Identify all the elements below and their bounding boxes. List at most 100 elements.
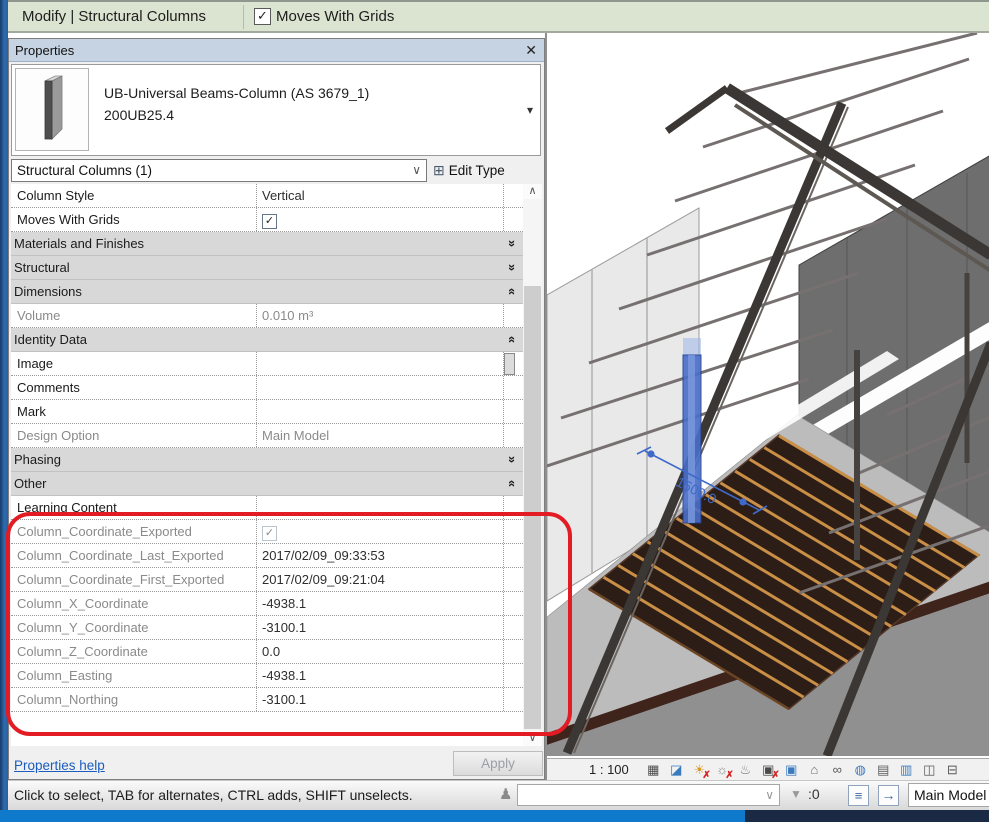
property-value-cell[interactable]: 0.0 <box>257 640 503 663</box>
temporary-view-properties-icon[interactable]: ▤ <box>873 761 894 779</box>
scroll-down-icon[interactable]: ∨ <box>523 731 542 746</box>
detail-level-icon[interactable]: ▦ <box>643 761 664 779</box>
inner-scrollbar-thumb[interactable] <box>504 353 515 375</box>
revit-window: Modify | Structural Columns ✓ Moves With… <box>0 0 989 822</box>
type-preview-image <box>15 68 89 151</box>
property-label: Image <box>11 352 257 375</box>
reveal-hidden-elements-icon[interactable]: ◍ <box>850 761 871 779</box>
group-header-row[interactable]: Other« <box>11 472 523 496</box>
collapse-group-icon[interactable]: « <box>501 336 523 343</box>
property-value-cell[interactable]: 2017/02/09_09:21:04 <box>257 568 503 591</box>
crop-region-visibility-icon[interactable]: ▣ <box>781 761 802 779</box>
value-checkbox[interactable]: ✓ <box>262 214 277 229</box>
reveal-constraints-icon[interactable]: ⊟ <box>942 761 963 779</box>
view-scale-button[interactable]: 1 : 100 <box>589 762 629 777</box>
property-value-cell[interactable] <box>257 400 503 423</box>
visual-style-icon[interactable]: ◪ <box>666 761 687 779</box>
scroll-up-icon[interactable]: ∧ <box>523 184 542 199</box>
moves-with-grids-checkbox[interactable]: ✓ <box>254 8 271 25</box>
property-value-cell[interactable]: -4938.1 <box>257 592 503 615</box>
property-value-cell[interactable]: ✓ <box>257 520 503 543</box>
edit-type-label: Edit Type <box>449 163 505 178</box>
close-icon[interactable]: ✕ <box>525 42 537 59</box>
properties-title: Properties <box>15 43 74 58</box>
property-label: Column_Z_Coordinate <box>11 640 257 663</box>
property-row: Volume0.010 m³ <box>11 304 523 328</box>
temporary-hide-isolate-icon[interactable]: ∞ <box>827 761 848 779</box>
property-value-cell[interactable] <box>257 376 503 399</box>
property-label: Column_Easting <box>11 664 257 687</box>
property-row: Column StyleVertical <box>11 184 523 208</box>
temporary-view-properties-icon-glyph: ▤ <box>877 762 889 778</box>
property-value-cell[interactable]: 2017/02/09_09:33:53 <box>257 544 503 567</box>
disabled-badge-icon: ✗ <box>725 770 733 781</box>
displaced-elements-icon[interactable]: ◫ <box>919 761 940 779</box>
property-value-cell[interactable] <box>257 352 503 375</box>
type-dropdown-icon[interactable]: ▾ <box>527 103 533 117</box>
property-row: Column_Coordinate_Exported ✓ <box>11 520 523 544</box>
properties-palette: Properties ✕ UB-Universal Beams-Column (… <box>8 38 545 780</box>
worksharing-display-icon[interactable]: ▥ <box>896 761 917 779</box>
properties-title-bar[interactable]: Properties ✕ <box>9 39 544 62</box>
property-value-cell[interactable] <box>257 496 503 519</box>
group-header-row[interactable]: Materials and Finishes» <box>11 232 523 256</box>
apply-button[interactable]: Apply <box>453 751 543 776</box>
type-selector[interactable]: UB-Universal Beams-Column (AS 3679_1) 20… <box>11 64 541 156</box>
shadows-icon[interactable]: ☼✗ <box>712 761 733 779</box>
group-header-row[interactable]: Dimensions« <box>11 280 523 304</box>
row-edge-column <box>503 544 523 567</box>
value-checkbox: ✓ <box>262 526 277 541</box>
chevron-down-icon[interactable]: ∨ <box>412 163 421 177</box>
detail-level-icon-glyph: ▦ <box>647 762 659 778</box>
property-value-cell[interactable]: Main Model <box>257 424 503 447</box>
worksharing-display-icon-glyph: ▥ <box>900 762 912 778</box>
expand-group-icon[interactable]: » <box>501 240 523 247</box>
property-label: Column_Coordinate_Exported <box>11 520 257 543</box>
property-row: Moves With Grids✓ <box>11 208 523 232</box>
group-label: Identity Data <box>11 328 87 351</box>
scrollbar-thumb[interactable] <box>524 286 541 729</box>
row-edge-column <box>503 496 523 519</box>
dimension-grip[interactable] <box>739 498 746 505</box>
edit-type-button[interactable]: ⊞ Edit Type <box>433 159 543 182</box>
filter-icon[interactable]: ▼ <box>790 787 802 801</box>
ribbon-divider <box>243 5 244 29</box>
property-value-cell[interactable]: -4938.1 <box>257 664 503 687</box>
row-edge-column <box>503 592 523 615</box>
reveal-hidden-elements-icon-glyph: ◍ <box>855 762 866 778</box>
row-edge-column <box>503 616 523 639</box>
property-label: Column_Coordinate_Last_Exported <box>11 544 257 567</box>
editing-requests-icon[interactable]: ♟ <box>499 785 512 803</box>
active-workset-combobox[interactable]: ∨ <box>517 784 780 806</box>
chevron-down-icon: ∨ <box>765 788 774 802</box>
selection-filter-combobox[interactable]: Structural Columns (1) ∨ <box>11 159 427 182</box>
expand-group-icon[interactable]: » <box>501 456 523 463</box>
model-view-canvas[interactable]: 1500.0 <box>545 33 989 758</box>
expand-group-icon[interactable]: » <box>501 264 523 271</box>
row-edge-column <box>503 304 523 327</box>
property-value-cell[interactable]: -3100.1 <box>257 616 503 639</box>
select-newly-editable-icon[interactable]: → <box>878 785 899 806</box>
collapse-group-icon[interactable]: « <box>501 288 523 295</box>
group-header-row[interactable]: Structural» <box>11 256 523 280</box>
collapse-group-icon[interactable]: « <box>501 480 523 487</box>
dimension-grip[interactable] <box>647 450 654 457</box>
render-dialog-icon[interactable]: ♨ <box>735 761 756 779</box>
property-value-cell[interactable]: ✓ <box>257 208 503 231</box>
design-option-combobox[interactable]: Main Model <box>908 783 989 807</box>
sun-path-icon[interactable]: ☀✗ <box>689 761 710 779</box>
property-value-cell[interactable]: -3100.1 <box>257 688 503 711</box>
worksets-dialog-icon[interactable]: ≡ <box>848 785 869 806</box>
property-row: Column_Coordinate_Last_Exported2017/02/0… <box>11 544 523 568</box>
window-border-left <box>0 0 8 810</box>
property-value-cell[interactable]: Vertical <box>257 184 503 207</box>
status-hint-text: Click to select, TAB for alternates, CTR… <box>14 787 413 803</box>
crop-view-icon[interactable]: ▣✗ <box>758 761 779 779</box>
model-scene: 1500.0 <box>547 33 989 756</box>
properties-help-link[interactable]: Properties help <box>14 758 105 773</box>
view-control-bar: 1 : 100 ▦ ◪☀✗☼✗♨▣✗▣⌂∞ ◍ ▤ ▥ ◫⊟ <box>545 758 989 780</box>
property-value-cell[interactable]: 0.010 m³ <box>257 304 503 327</box>
group-header-row[interactable]: Phasing» <box>11 448 523 472</box>
locked-3d-view-icon[interactable]: ⌂ <box>804 761 825 779</box>
group-header-row[interactable]: Identity Data « <box>11 328 523 352</box>
